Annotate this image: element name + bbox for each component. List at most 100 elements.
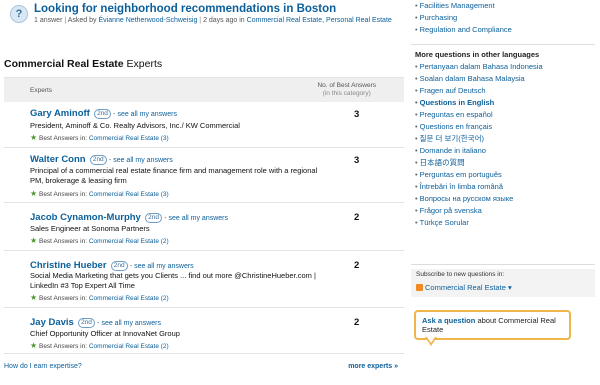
language-item[interactable]: • Soalan dalam Bahasa Malaysia <box>415 73 543 85</box>
expert-headline: Sales Engineer at Sonoma Partners <box>30 224 150 233</box>
expert-name-line: Walter Conn 2nd - see all my answers <box>30 154 173 165</box>
connection-degree-badge: 2nd <box>78 318 95 328</box>
best-answers-label: Best Answers in: <box>38 295 88 302</box>
best-answer-count: 2 <box>354 317 360 328</box>
star-icon: ★ <box>30 189 38 198</box>
expert-row: Christine Hueber 2nd - see all my answer… <box>4 252 404 308</box>
expert-headline: Social Media Marketing that gets you Cli… <box>30 271 316 290</box>
languages-section: More questions in other languages • Perta… <box>415 49 543 229</box>
star-icon: ★ <box>30 293 38 302</box>
category-item[interactable]: • Facilities Management <box>415 0 512 12</box>
expert-name-link[interactable]: Jacob Cynamon-Murphy <box>30 212 141 223</box>
experts-table-header: Experts No. of Best Answers (in this cat… <box>4 77 404 102</box>
best-answers-line: ★ Best Answers in: Commercial Real Estat… <box>30 189 169 198</box>
best-answer-count: 3 <box>354 109 360 120</box>
connection-degree-badge: 2nd <box>94 109 111 119</box>
expert-name-line: Christine Hueber 2nd - see all my answer… <box>30 260 194 271</box>
best-answers-line: ★ Best Answers in: Commercial Real Estat… <box>30 341 169 350</box>
question-row: ? Looking for neighborhood recommendatio… <box>4 0 404 40</box>
see-all-answers-link[interactable]: see all my answers <box>101 320 161 327</box>
related-categories-list: • Facilities Management • Purchasing • Regu… <box>415 0 512 36</box>
language-item[interactable]: • Türkçe Sorular <box>415 217 543 229</box>
expert-name-link[interactable]: Gary Aminoff <box>30 108 90 119</box>
rss-icon <box>416 284 423 291</box>
language-item[interactable]: • Preguntas en español <box>415 109 543 121</box>
language-item[interactable]: • Frågor på svenska <box>415 205 543 217</box>
main-column: ? Looking for neighborhood recommendatio… <box>4 0 404 370</box>
language-item[interactable]: • Questions en français <box>415 121 543 133</box>
question-categories-link[interactable]: Commercial Real Estate, Personal Real Es… <box>247 17 392 24</box>
category-item[interactable]: • Regulation and Compliance <box>415 24 512 36</box>
expert-name-link[interactable]: Jay Davis <box>30 317 74 328</box>
dropdown-arrow-icon: ▾ <box>507 283 512 292</box>
expert-name-link[interactable]: Christine Hueber <box>30 260 107 271</box>
best-answers-line: ★ Best Answers in: Commercial Real Estat… <box>30 293 169 302</box>
expert-name-link[interactable]: Walter Conn <box>30 154 86 165</box>
expert-row: Jacob Cynamon-Murphy 2nd - see all my an… <box>4 204 404 251</box>
question-meta: 1 answer | Asked by Évianne Netherwood-S… <box>34 17 392 24</box>
language-item[interactable]: • Întrebări în limba română <box>415 181 543 193</box>
subscribe-box: Subscribe to new questions in: Commercia… <box>411 269 595 297</box>
best-answers-line: ★ Best Answers in: Commercial Real Estat… <box>30 133 169 142</box>
ask-question-link[interactable]: Ask a question <box>422 316 475 325</box>
best-answers-label: Best Answers in: <box>38 238 88 245</box>
asked-by-label: Asked by <box>67 17 97 24</box>
question-age: 2 days ago in <box>203 17 245 24</box>
best-answers-category-link[interactable]: Commercial Real Estate (2) <box>89 343 169 350</box>
language-item[interactable]: • Perguntas em português <box>415 169 543 181</box>
expert-row: Walter Conn 2nd - see all my answers 3 P… <box>4 149 404 203</box>
see-all-answers-link[interactable]: see all my answers <box>134 263 194 270</box>
star-icon: ★ <box>30 133 38 142</box>
language-item[interactable]: • Questions in English <box>415 97 543 109</box>
expert-headline: President, Aminoff & Co. Realty Advisors… <box>30 121 240 130</box>
languages-heading: More questions in other languages <box>415 50 540 59</box>
best-answer-count: 2 <box>354 212 360 223</box>
expert-headline: Chief Opportunity Officer at InnovaNet G… <box>30 329 180 338</box>
expert-row: Gary Aminoff 2nd - see all my answers 3 … <box>4 104 404 148</box>
best-answers-category-link[interactable]: Commercial Real Estate (2) <box>89 238 169 245</box>
expert-name-line: Jacob Cynamon-Murphy 2nd - see all my an… <box>30 212 228 223</box>
asker-link[interactable]: Évianne Netherwood-Schweisig <box>99 17 198 24</box>
sidebar-divider <box>411 44 595 45</box>
best-answers-label: Best Answers in: <box>38 191 88 198</box>
see-all-answers-link[interactable]: see all my answers <box>113 157 173 164</box>
experts-section-title: Commercial Real Estate Experts <box>4 58 162 70</box>
expert-name-line: Gary Aminoff 2nd - see all my answers <box>30 108 177 119</box>
best-answers-line: ★ Best Answers in: Commercial Real Estat… <box>30 236 169 245</box>
see-all-answers-link[interactable]: see all my answers <box>117 111 177 118</box>
question-mark-icon: ? <box>10 5 28 23</box>
language-item[interactable]: • Вопросы на русском языке <box>415 193 543 205</box>
best-answers-category-link[interactable]: Commercial Real Estate (3) <box>89 191 169 198</box>
best-answers-category-link[interactable]: Commercial Real Estate (2) <box>89 295 169 302</box>
expert-headline: Principal of a commercial real estate fi… <box>30 166 318 185</box>
language-item[interactable]: • Domande in italiano <box>415 145 543 157</box>
best-answers-label: Best Answers in: <box>38 343 88 350</box>
subscribe-label: Subscribe to new questions in: <box>416 271 505 278</box>
star-icon: ★ <box>30 236 38 245</box>
ask-question-callout: Ask a question about Commercial Real Est… <box>414 310 571 340</box>
connection-degree-badge: 2nd <box>145 213 162 223</box>
languages-list: • Pertanyaan dalam Bahasa Indonesia • Soala… <box>415 61 543 229</box>
star-icon: ★ <box>30 341 38 350</box>
language-item[interactable]: • Fragen auf Deutsch <box>415 85 543 97</box>
best-answers-column-header: No. of Best Answers (in this category) <box>317 82 376 98</box>
subscribe-link[interactable]: Commercial Real Estate ▾ <box>416 283 512 292</box>
callout-tail-inner <box>427 337 435 343</box>
expert-name-line: Jay Davis 2nd - see all my answers <box>30 317 161 328</box>
question-title-link[interactable]: Looking for neighborhood recommendations… <box>34 3 336 15</box>
best-answers-category-link[interactable]: Commercial Real Estate (3) <box>89 135 169 142</box>
experts-column-header: Experts <box>30 87 53 94</box>
category-item[interactable]: • Purchasing <box>415 12 512 24</box>
see-all-answers-link[interactable]: see all my answers <box>168 215 228 222</box>
language-item[interactable]: • Pertanyaan dalam Bahasa Indonesia <box>415 61 543 73</box>
section-title-rest: Experts <box>123 58 163 70</box>
language-item[interactable]: • 日本語の質問 <box>415 157 543 169</box>
more-experts-link[interactable]: more experts » <box>348 363 398 370</box>
how-earn-expertise-link[interactable]: How do I earn expertise? <box>4 363 82 370</box>
section-title-bold: Commercial Real Estate <box>4 58 124 70</box>
sidebar-divider <box>411 264 595 265</box>
answer-count: 1 answer <box>34 17 63 24</box>
best-answer-count: 3 <box>354 155 360 166</box>
connection-degree-badge: 2nd <box>89 155 107 165</box>
language-item[interactable]: • 질문 더 보기(한국어) <box>415 133 543 145</box>
